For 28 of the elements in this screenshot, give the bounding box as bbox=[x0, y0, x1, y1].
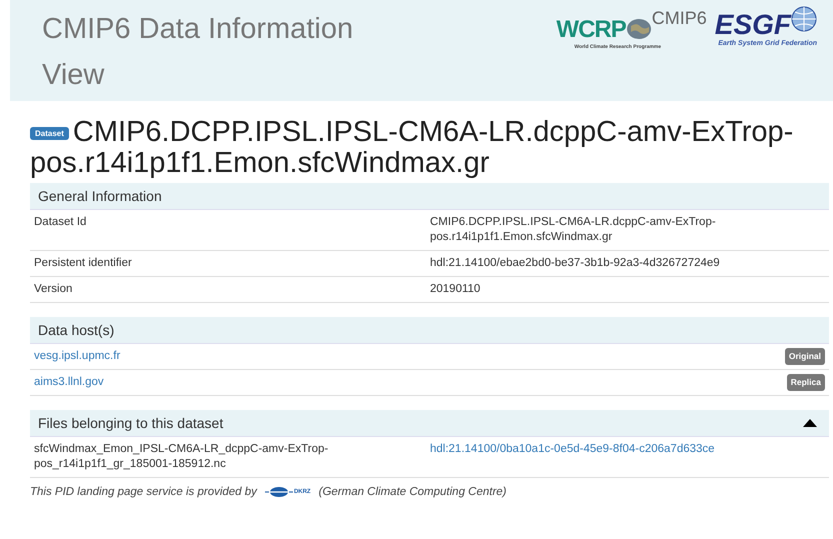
host-link[interactable]: vesg.ipsl.upmc.fr bbox=[34, 349, 120, 364]
esgf-logo-text: ESGF bbox=[714, 10, 791, 40]
field-label: Dataset Id bbox=[34, 215, 88, 230]
footer-text: This PID landing page service is provided by bbox=[30, 486, 257, 498]
field-value: 20190110 bbox=[430, 282, 482, 297]
host-link[interactable]: aims3.llnl.gov bbox=[34, 375, 104, 390]
file-name: sfcWindmax_Emon_IPSL-CM6A-LR_dcppC-amv-ExTrop-pos_r14i1p1f1_gr_185001-185912.nc bbox=[34, 442, 330, 472]
section-header: Data host(s) bbox=[30, 317, 829, 344]
file-handle-link[interactable]: hdl:21.14100/0ba10a1c-0e5d-45e9-8f04-c206a7d633ce bbox=[430, 442, 730, 472]
field-label: Persistent identifier bbox=[34, 256, 133, 271]
collapse-icon[interactable] bbox=[803, 419, 817, 427]
dataset-title: Dataset CMIP6.DCPP.IPSL.IPSL-CM6A-LR.dcppC-amv-ExTrop-pos.r14i1p1f1.Emon.sfcWindmax.gr bbox=[30, 117, 794, 179]
globe-icon bbox=[626, 18, 652, 40]
page-title: CMIP6 Data Information View bbox=[42, 12, 354, 93]
globe-icon bbox=[791, 6, 817, 32]
field-value: hdl:21.14100/ebae2bd0-be37-3b1b-92a3-4d32672724e9 bbox=[430, 256, 721, 271]
cmip-logo-text: CMIP6 bbox=[652, 8, 707, 29]
section-title: Files belonging to this dataset bbox=[38, 415, 224, 431]
section-header[interactable]: Files belonging to this dataset bbox=[30, 410, 829, 437]
dataset-badge: Dataset bbox=[30, 126, 69, 140]
host-tag: Replica bbox=[786, 374, 825, 391]
section-header: General Information bbox=[30, 183, 829, 210]
footer-text: (German Climate Computing Centre) bbox=[318, 486, 507, 498]
wcrp-logo-text: WCRP bbox=[556, 16, 626, 44]
field-label: Version bbox=[34, 282, 74, 297]
host-tag: Original bbox=[784, 348, 825, 365]
field-value: CMIP6.DCPP.IPSL.IPSL-CM6A-LR.dcppC-amv-ExTrop-pos.r14i1p1f1.Emon.sfcWindmax.gr bbox=[430, 215, 717, 245]
dkrz-logo-icon bbox=[264, 486, 293, 498]
